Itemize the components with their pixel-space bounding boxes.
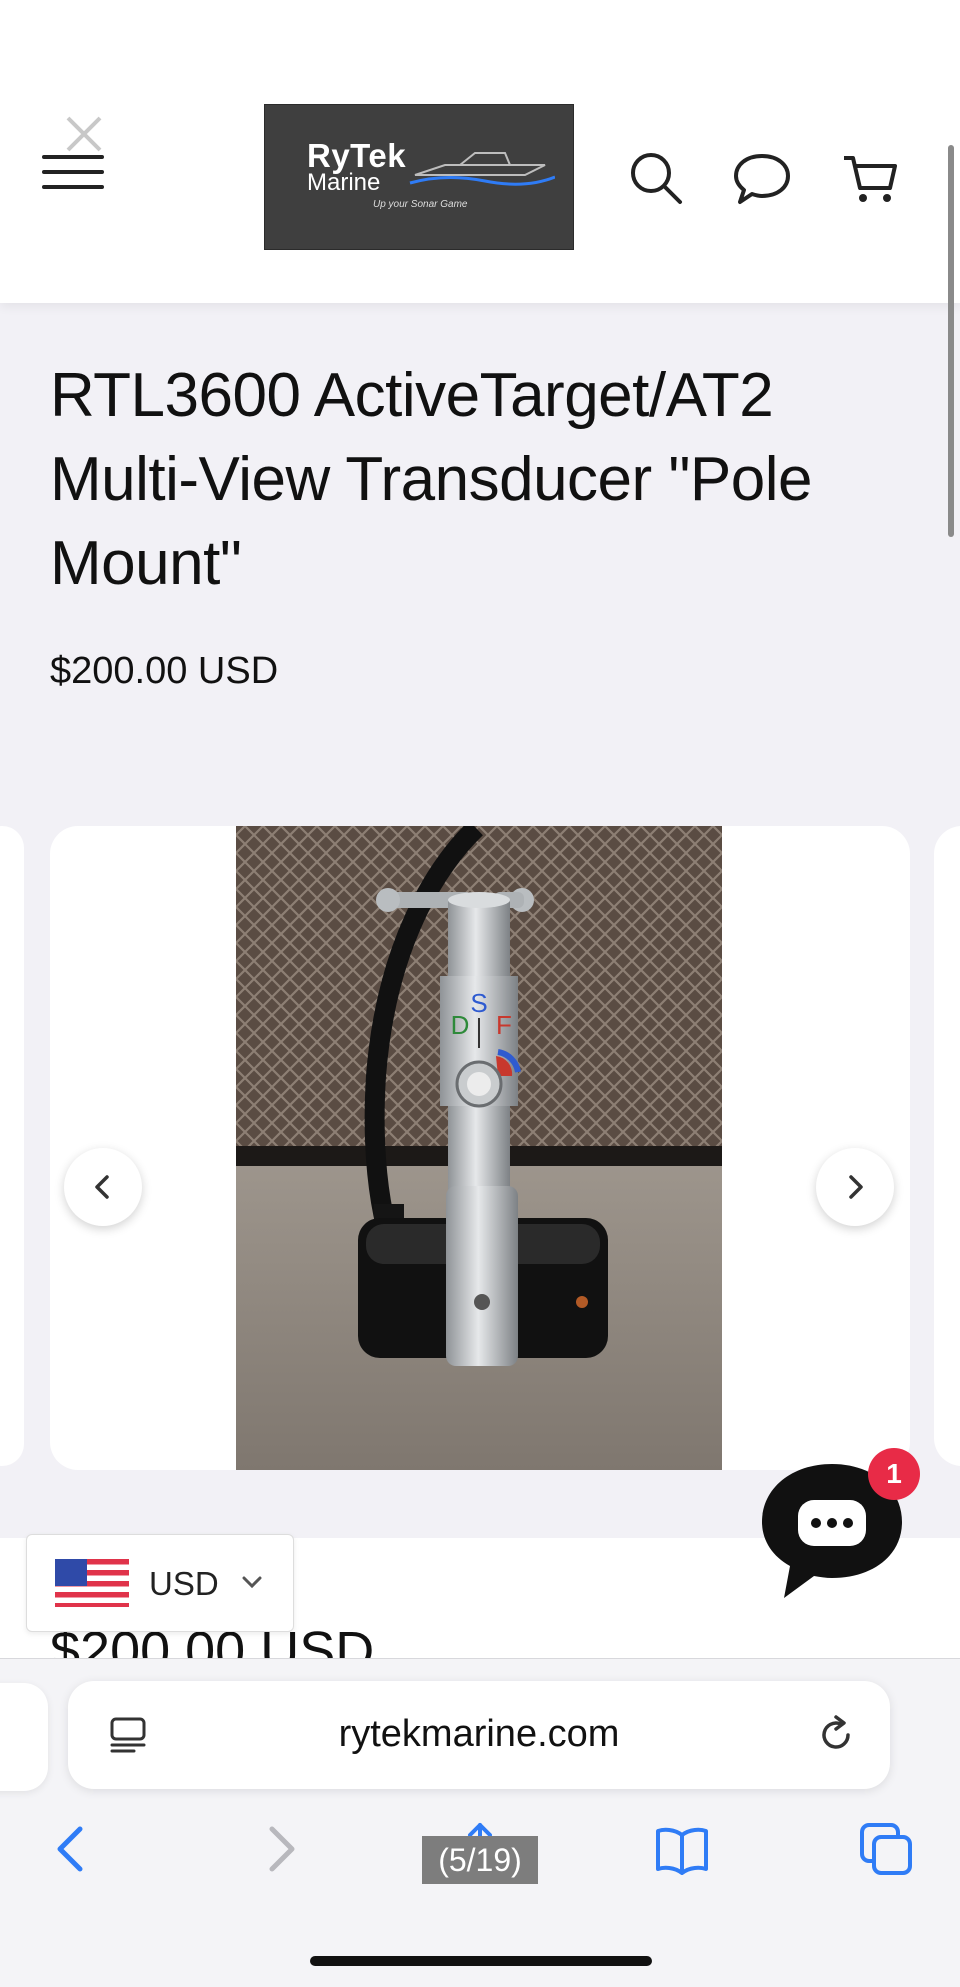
image-label-s: S [470,988,487,1018]
close-icon[interactable] [62,112,106,156]
brand-logo[interactable]: RyTek Marine Up your Sonar Game [264,104,574,250]
boat-icon [409,152,555,186]
address-bar[interactable]: rytekmarine.com [68,1681,890,1789]
product-image[interactable]: S D F [236,826,722,1470]
currency-label: USD [149,1565,219,1602]
chat-icon[interactable] [732,148,792,208]
menu-icon[interactable] [42,155,104,197]
image-label-d: D [451,1010,470,1040]
back-icon[interactable] [44,1821,100,1877]
chevron-left-icon [95,1175,109,1199]
gallery-next-button[interactable] [816,1148,894,1226]
product-price: $200.00 USD [50,650,279,692]
logo-text-secondary: Marine [307,169,381,196]
previous-tab-peek[interactable] [0,1683,48,1791]
url-text: rytekmarine.com [338,1713,620,1755]
search-icon[interactable] [626,148,686,208]
bookmarks-icon[interactable] [654,1821,710,1877]
site-header: RyTek Marine Up your Sonar Game [0,0,960,303]
gallery-prev-slide-peek [0,826,24,1466]
home-indicator[interactable] [310,1956,652,1966]
screenshot-page-counter: (5/19) [422,1836,538,1884]
currency-selector[interactable]: USD [26,1534,294,1632]
product-title: RTL3600 ActiveTarget/AT2 Multi-View Tran… [50,361,813,598]
cart-icon[interactable] [840,148,900,208]
browser-toolbar: rytekmarine.com [0,1658,960,1987]
chat-notification-badge: 1 [868,1448,920,1500]
image-label-f: F [496,1010,512,1040]
logo-tagline: Up your Sonar Game [373,199,468,210]
forward-icon[interactable] [252,1821,308,1877]
chevron-right-icon [849,1175,863,1199]
product-gallery: S D F [50,826,910,1470]
gallery-next-slide-peek [934,826,960,1466]
tabs-icon[interactable] [858,1821,914,1877]
chevron-down-icon [242,1576,262,1589]
us-flag-icon [55,1559,129,1607]
reload-icon[interactable] [814,1713,858,1757]
gallery-prev-button[interactable] [64,1148,142,1226]
page-scrollbar[interactable] [948,145,954,537]
